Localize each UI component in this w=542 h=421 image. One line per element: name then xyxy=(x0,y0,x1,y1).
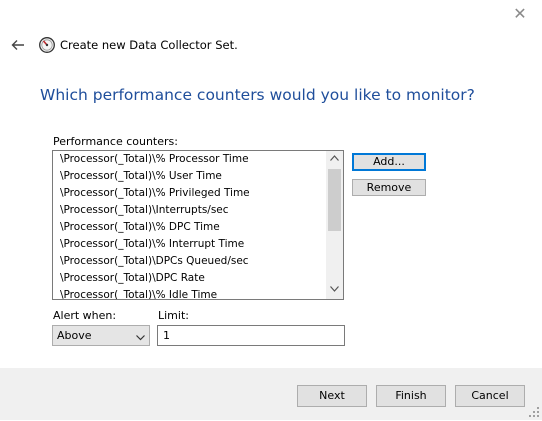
next-button[interactable]: Next xyxy=(297,385,367,407)
back-arrow-icon[interactable] xyxy=(9,36,27,54)
alert-when-value: Above xyxy=(57,329,92,342)
limit-value: 1 xyxy=(163,329,170,342)
cancel-button[interactable]: Cancel xyxy=(455,385,525,407)
wizard-title: Create new Data Collector Set. xyxy=(60,38,238,52)
scroll-down-icon[interactable] xyxy=(326,282,343,299)
counter-list-item[interactable]: \Processor(_Total)\DPC Rate xyxy=(53,270,326,287)
alert-when-label: Alert when: xyxy=(53,309,117,322)
scroll-up-icon[interactable] xyxy=(326,151,343,168)
scroll-thumb[interactable] xyxy=(328,169,341,231)
remove-button[interactable]: Remove xyxy=(352,179,426,196)
performance-gauge-icon xyxy=(38,36,56,54)
alert-when-dropdown[interactable]: Above xyxy=(52,325,150,346)
counter-list-item[interactable]: \Processor(_Total)\% DPC Time xyxy=(53,219,326,236)
finish-button[interactable]: Finish xyxy=(376,385,446,407)
performance-counters-label: Performance counters: xyxy=(53,135,178,148)
page-heading: Which performance counters would you lik… xyxy=(40,86,475,104)
close-button[interactable]: ✕ xyxy=(510,5,530,25)
counter-list-item[interactable]: \Processor(_Total)\% Idle Time xyxy=(53,287,326,299)
counter-list-item[interactable]: \Processor(_Total)\Interrupts/sec xyxy=(53,202,326,219)
counter-list-item[interactable]: \Processor(_Total)\% Privileged Time xyxy=(53,185,326,202)
limit-label: Limit: xyxy=(158,309,189,322)
performance-counters-list[interactable]: \Processor(_Total)\% Processor Time \Proc… xyxy=(52,150,344,300)
counter-list-item[interactable]: \Processor(_Total)\DPCs Queued/sec xyxy=(53,253,326,270)
resize-grip-icon[interactable] xyxy=(528,406,540,418)
footer-bar: Next Finish Cancel xyxy=(0,368,542,420)
limit-input[interactable]: 1 xyxy=(157,325,345,346)
counter-items: \Processor(_Total)\% Processor Time \Proc… xyxy=(53,151,326,299)
counter-list-item[interactable]: \Processor(_Total)\% Processor Time xyxy=(53,151,326,168)
counter-list-item[interactable]: \Processor(_Total)\% Interrupt Time xyxy=(53,236,326,253)
add-button[interactable]: Add... xyxy=(352,153,426,171)
chevron-down-icon xyxy=(136,332,145,341)
counter-list-item[interactable]: \Processor(_Total)\% User Time xyxy=(53,168,326,185)
list-scrollbar[interactable] xyxy=(326,151,343,299)
